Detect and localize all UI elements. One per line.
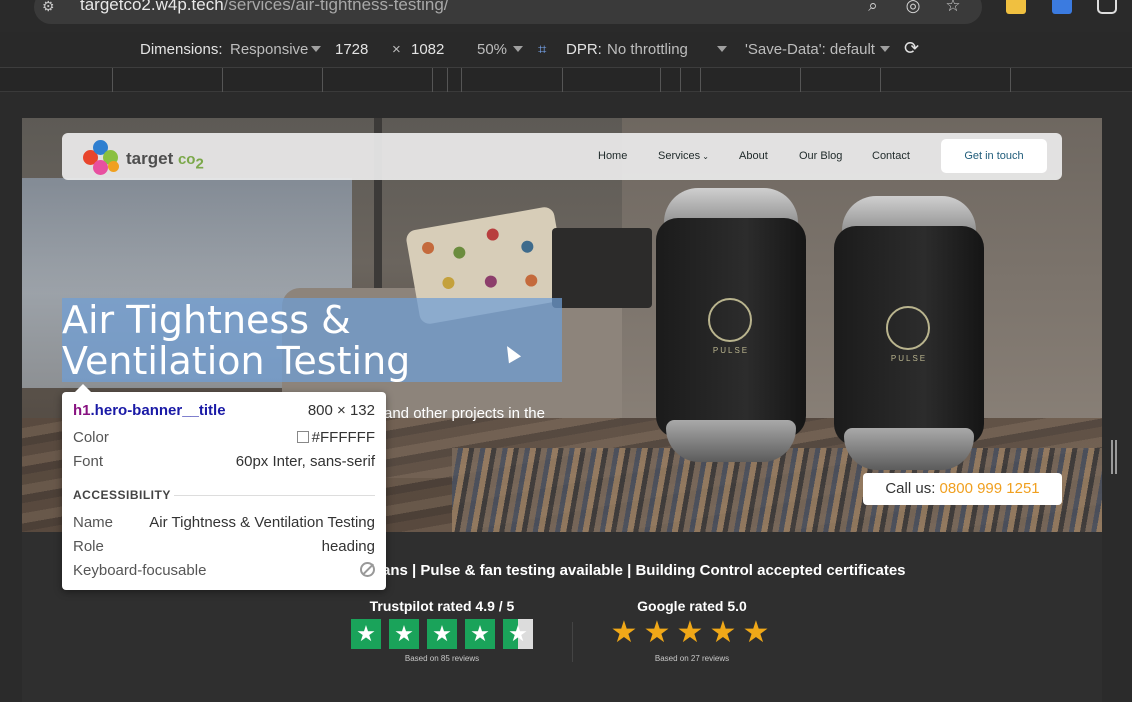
site-header: target co2 Home Services ⌄ About Our Blog… xyxy=(62,133,1062,180)
tooltip-tag: h1 xyxy=(73,402,91,419)
tooltip-name-label: Name xyxy=(73,514,114,531)
hero-subtitle: and other projects in the xyxy=(384,405,545,422)
device-fold-icon[interactable]: ⌗ xyxy=(538,41,546,58)
nav-home[interactable]: Home xyxy=(598,150,627,162)
get-in-touch-button[interactable]: Get in touch xyxy=(941,139,1047,173)
rotate-icon[interactable]: ⟳ xyxy=(904,38,919,59)
trustpilot-rating[interactable]: Trustpilot rated 4.9 / 5 ★ ★ ★ ★ ★ Based… xyxy=(342,598,542,663)
tooltip-arrow xyxy=(74,384,92,393)
tooltip-role-row: Role heading xyxy=(73,538,375,558)
address-url[interactable]: targetco2.w4p.tech/services/air-tightnes… xyxy=(80,0,449,15)
half-star-icon: ★ xyxy=(503,619,533,649)
star-icon: ★ xyxy=(427,619,457,649)
inspect-tooltip: h1.hero-banner__title 800 × 132 Color #F… xyxy=(62,384,386,590)
brand-name: target co2 xyxy=(126,149,204,173)
dpr-label: DPR: xyxy=(566,41,602,58)
zoom-select[interactable]: 50% xyxy=(477,41,507,58)
url-path: /services/air-tightness-testing/ xyxy=(223,0,449,14)
hero-photo-pulse-unit: PULSE xyxy=(834,196,984,476)
phone-number[interactable]: 0800 999 1251 xyxy=(940,480,1040,497)
pulse-logo-text: PULSE xyxy=(890,354,928,363)
chevron-down-icon[interactable] xyxy=(513,46,523,52)
chevron-down-icon[interactable] xyxy=(311,46,321,52)
throttling-select[interactable]: No throttling xyxy=(607,41,688,58)
logo-petal-icon xyxy=(93,160,108,175)
star-bookmark-icon[interactable]: ☆ xyxy=(942,0,964,16)
height-input[interactable]: 1082 xyxy=(411,41,444,58)
tooltip-color-row: Color #FFFFFF xyxy=(73,429,375,449)
tooltip-color-label: Color xyxy=(73,429,109,446)
tooltip-font-label: Font xyxy=(73,453,104,470)
width-input[interactable]: 1728 xyxy=(335,41,368,58)
hero-photo-equipment-case xyxy=(552,228,652,308)
dimensions-mode-select[interactable]: Responsive xyxy=(230,41,308,58)
eye-off-icon[interactable]: ◎ xyxy=(902,0,924,16)
not-allowed-icon xyxy=(360,562,375,577)
star-icon: ★ xyxy=(389,619,419,649)
star-icon: ★ xyxy=(351,619,381,649)
pulse-logo-icon xyxy=(886,306,930,350)
tooltip-focusable-label: Keyboard-focusable xyxy=(73,562,207,579)
chevron-down-icon[interactable] xyxy=(717,46,727,52)
hero-title-highlight: Air Tightness & Ventilation Testing xyxy=(62,298,562,382)
url-host: targetco2.w4p.tech xyxy=(80,0,224,14)
tooltip-font-value: 60px Inter, sans-serif xyxy=(235,453,375,470)
tooltip-selector-row: h1.hero-banner__title 800 × 132 xyxy=(73,402,375,422)
tooltip-name-value: Air Tightness & Ventilation Testing xyxy=(149,514,375,531)
nav-blog[interactable]: Our Blog xyxy=(799,150,842,162)
google-reviews: Based on 27 reviews xyxy=(654,654,730,663)
star-icon: ★ xyxy=(676,616,704,649)
star-icon: ★ xyxy=(610,616,638,649)
logo-petal-icon xyxy=(108,161,119,172)
save-data-select[interactable]: 'Save-Data': default xyxy=(745,41,875,58)
extension-icon[interactable] xyxy=(1052,0,1072,14)
star-icon: ★ xyxy=(742,616,770,649)
chevron-down-icon[interactable] xyxy=(880,46,890,52)
media-query-ruler[interactable] xyxy=(0,68,1132,92)
tooltip-class: .hero-banner__title xyxy=(90,402,226,419)
site-info-icon[interactable]: ⚙ xyxy=(42,0,62,14)
trustpilot-reviews: Based on 85 reviews xyxy=(404,654,480,663)
star-icon: ★ xyxy=(709,616,737,649)
google-stars: ★ ★ ★ ★ ★ xyxy=(611,616,770,649)
tooltip-role-label: Role xyxy=(73,538,104,555)
star-icon: ★ xyxy=(643,616,671,649)
resize-handle[interactable] xyxy=(1111,440,1117,474)
trustpilot-title: Trustpilot rated 4.9 / 5 xyxy=(369,598,515,614)
tooltip-color-value: #FFFFFF xyxy=(311,429,375,446)
tooltip-divider xyxy=(174,495,375,496)
call-us-button[interactable]: Call us: 0800 999 1251 xyxy=(863,473,1062,505)
tooltip-role-value: heading xyxy=(321,538,375,555)
brand-logo[interactable]: target co2 xyxy=(80,137,220,177)
times-separator: × xyxy=(392,41,401,58)
dimensions-label: Dimensions: xyxy=(140,41,223,58)
tooltip-size: 800 × 132 xyxy=(307,402,375,419)
color-swatch-icon xyxy=(296,431,309,443)
browser-address-strip: ⚙ targetco2.w4p.tech/services/air-tightn… xyxy=(0,0,1132,32)
google-rating[interactable]: Google rated 5.0 ★ ★ ★ ★ ★ Based on 27 r… xyxy=(592,598,792,663)
zoom-icon[interactable]: ⌕ xyxy=(862,0,884,16)
nav-about[interactable]: About xyxy=(739,150,768,162)
hero-photo-pulse-unit: PULSE xyxy=(656,188,806,468)
pulse-logo-text: PULSE xyxy=(712,346,750,355)
device-toolbar: Dimensions: Responsive 1728 × 1082 50% ⌗… xyxy=(0,32,1132,68)
hero-title: Air Tightness & Ventilation Testing xyxy=(62,298,411,383)
chevron-down-icon: ⌄ xyxy=(702,152,709,161)
pulse-logo-icon xyxy=(708,298,752,342)
google-title: Google rated 5.0 xyxy=(637,598,747,614)
rating-divider xyxy=(572,622,573,662)
tooltip-accessibility-heading: ACCESSIBILITY xyxy=(73,488,171,502)
tooltip-name-row: Name Air Tightness & Ventilation Testing xyxy=(73,514,375,534)
extension-icon[interactable] xyxy=(1006,0,1026,14)
trustpilot-stars: ★ ★ ★ ★ ★ xyxy=(351,619,533,649)
nav-services[interactable]: Services ⌄ xyxy=(658,150,709,162)
star-icon: ★ xyxy=(465,619,495,649)
tooltip-focusable-row: Keyboard-focusable xyxy=(73,562,375,582)
nav-contact[interactable]: Contact xyxy=(872,150,910,162)
tooltip-font-row: Font 60px Inter, sans-serif xyxy=(73,453,375,473)
extension-icon[interactable] xyxy=(1097,0,1117,14)
